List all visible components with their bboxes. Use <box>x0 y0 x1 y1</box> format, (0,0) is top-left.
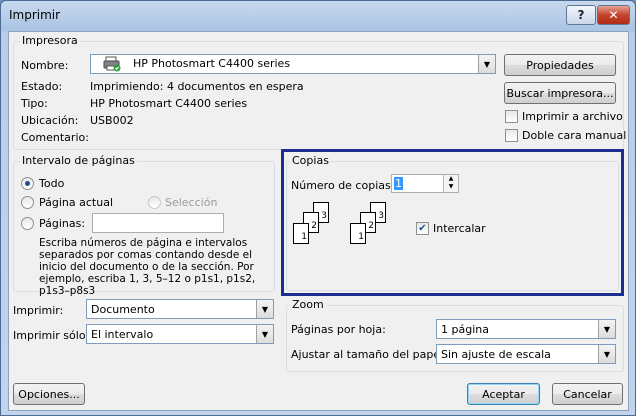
manual-duplex-label[interactable]: Doble cara manual <box>522 129 626 142</box>
print-only-select[interactable]: El intervalo ▼ <box>86 324 274 344</box>
range-all-radio[interactable] <box>21 177 34 190</box>
copies-group-label: Copias <box>290 154 331 167</box>
range-all-label[interactable]: Todo <box>39 177 64 190</box>
cancel-button[interactable]: Cancelar <box>552 383 623 405</box>
print-dialog-window: Imprimir ? ✕ Impresora Nombre: HP Photos… <box>0 0 636 416</box>
printer-name-label: Nombre: <box>21 59 69 72</box>
range-current-radio[interactable] <box>21 196 34 209</box>
chevron-down-icon[interactable]: ▼ <box>598 345 615 363</box>
find-printer-button[interactable]: Buscar impresora... <box>504 82 616 104</box>
checkmark-icon: ✔ <box>418 223 427 234</box>
print-what-select[interactable]: Documento ▼ <box>86 299 274 319</box>
range-selection-radio[interactable] <box>148 196 161 209</box>
ok-button[interactable]: Aceptar <box>467 383 540 405</box>
print-only-label: Imprimir sólo: <box>13 329 90 342</box>
print-to-file-label[interactable]: Imprimir a archivo <box>522 110 623 123</box>
printer-status-label: Estado: <box>21 80 63 93</box>
page-range-group-label: Intervalo de páginas <box>20 154 137 167</box>
question-icon: ? <box>577 8 585 22</box>
pages-per-sheet-value: 1 página <box>441 322 489 336</box>
chevron-down-icon[interactable]: ▼ <box>598 320 615 338</box>
printer-type-label: Tipo: <box>21 97 48 110</box>
pages-per-sheet-select[interactable]: 1 página ▼ <box>436 319 616 339</box>
properties-button[interactable]: Propiedades <box>504 54 616 76</box>
copies-count-value: 1 <box>394 177 403 190</box>
options-button[interactable]: Opciones... <box>13 383 85 405</box>
copies-count-label: Número de copias: <box>291 179 395 192</box>
printer-group-label: Impresora <box>20 34 80 47</box>
manual-duplex-checkbox[interactable] <box>505 129 518 142</box>
range-current-label[interactable]: Página actual <box>39 196 113 209</box>
printer-icon <box>103 56 121 72</box>
close-button[interactable]: ✕ <box>597 5 630 25</box>
scale-to-paper-select[interactable]: Sin ajuste de escala ▼ <box>436 344 616 364</box>
scale-to-paper-value: Sin ajuste de escala <box>441 347 551 361</box>
help-button[interactable]: ? <box>566 5 596 25</box>
range-pages-radio[interactable] <box>21 217 34 230</box>
printer-name-select[interactable]: HP Photosmart C4400 series ▼ <box>90 54 496 74</box>
printer-comment-label: Comentario: <box>21 131 89 144</box>
spin-arrows-icon[interactable]: ▲ ▼ <box>443 175 458 192</box>
chevron-down-icon[interactable]: ▼ <box>256 300 273 318</box>
window-title: Imprimir <box>9 8 61 22</box>
printer-status-value: Imprimiendo: 4 documentos en espera <box>90 80 304 93</box>
printer-name-value: HP Photosmart C4400 series <box>133 57 291 70</box>
print-to-file-checkbox[interactable] <box>505 110 518 123</box>
pages-input[interactable] <box>92 213 224 233</box>
chevron-down-icon[interactable]: ▼ <box>478 55 495 73</box>
page-1-icon: 1 <box>350 223 366 244</box>
printer-type-value: HP Photosmart C4400 series <box>90 97 248 110</box>
chevron-down-icon[interactable]: ▼ <box>256 325 273 343</box>
close-icon: ✕ <box>608 8 619 22</box>
pages-per-sheet-label: Páginas por hoja: <box>291 323 386 336</box>
dialog-body: Impresora Nombre: HP Photosmart C4400 se… <box>8 31 629 411</box>
page-range-help-text: Escriba números de página e intervalos s… <box>39 237 256 297</box>
range-selection-label[interactable]: Selección <box>165 196 217 209</box>
page-1-icon: 1 <box>293 223 309 244</box>
print-what-value: Documento <box>91 302 155 316</box>
collate-label[interactable]: Intercalar <box>433 222 486 235</box>
print-what-label: Imprimir: <box>13 304 64 317</box>
printer-location-value: USB002 <box>90 114 134 127</box>
print-only-value: El intervalo <box>91 327 154 341</box>
range-pages-label[interactable]: Páginas: <box>39 217 85 230</box>
title-bar[interactable]: Imprimir ? ✕ <box>1 1 635 31</box>
scale-to-paper-label: Ajustar al tamaño del papel: <box>291 348 447 361</box>
collate-checkbox[interactable]: ✔ <box>416 222 429 235</box>
printer-location-label: Ubicación: <box>21 114 79 127</box>
copies-count-stepper[interactable]: 1 ▲ ▼ <box>391 174 459 193</box>
zoom-group-label: Zoom <box>290 298 326 311</box>
